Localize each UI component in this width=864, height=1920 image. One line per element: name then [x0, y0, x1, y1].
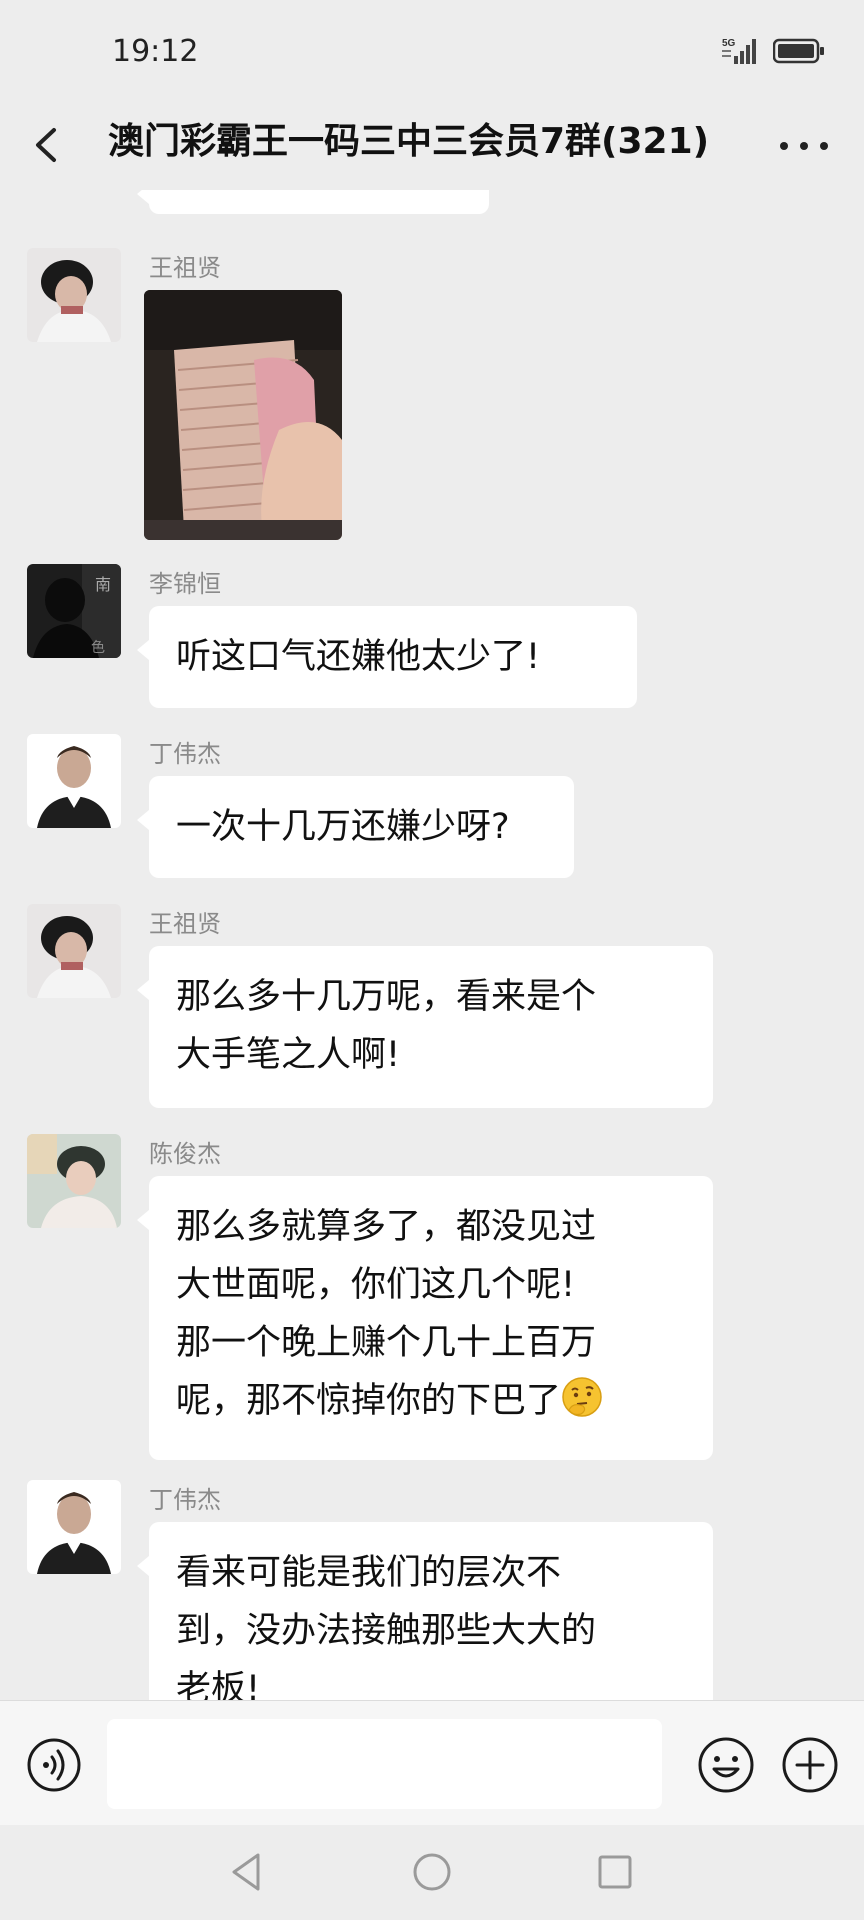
message-text-with-emoji: 呢，那不惊掉你的下巴了 [176, 1372, 686, 1430]
more-dot-icon [800, 142, 808, 150]
sender-name: 王祖贤 [149, 254, 221, 282]
back-button[interactable] [24, 110, 84, 180]
message-list[interactable]: 王祖贤 南 色 李锦恒 听这口气还嫌他太少了! 丁伟杰 一次十几万还嫌少呀? 王… [0, 190, 864, 1700]
avatar[interactable]: 南 色 [27, 564, 121, 658]
image-message-photo [144, 290, 342, 540]
circle-home-icon [413, 1853, 451, 1891]
avatar-image [27, 904, 121, 998]
more-dot-icon [780, 142, 788, 150]
message-text: 到，没办法接触那些大大的 [176, 1611, 597, 1651]
image-message[interactable] [144, 290, 342, 540]
avatar[interactable] [27, 734, 121, 828]
avatar-image [27, 734, 121, 828]
message-text: 那么多就算多了，都没见过 [176, 1207, 597, 1247]
message-text: 大世面呢，你们这几个呢! [176, 1265, 576, 1305]
avatar-image: 南 色 [27, 564, 121, 658]
system-nav-bar [0, 1825, 864, 1920]
message-bubble[interactable]: 一次十几万还嫌少呀? [137, 776, 574, 878]
smiley-icon [698, 1737, 754, 1793]
chat-input-bar [0, 1700, 864, 1826]
status-bar: 19:12 5G [0, 0, 864, 100]
message-bubble[interactable]: 那么多十几万呢，看来是个 大手笔之人啊! [137, 946, 713, 1108]
more-options-button[interactable] [770, 118, 840, 168]
sender-name: 丁伟杰 [149, 740, 221, 768]
battery-icon [773, 38, 824, 64]
cellular-signal-icon: 5G [722, 38, 756, 64]
message-text: 呢，那不惊掉你的下巴了 [176, 1381, 562, 1421]
sender-name: 陈俊杰 [149, 1140, 221, 1168]
avatar[interactable] [27, 1134, 121, 1228]
message-input[interactable] [107, 1719, 662, 1809]
message-bubble-partial[interactable] [137, 190, 489, 214]
chat-header: 澳门彩霸王一码三中三会员7群(321) [0, 100, 864, 190]
avatar-image [27, 248, 121, 342]
nav-back-button[interactable] [222, 1847, 272, 1897]
voice-icon [27, 1738, 81, 1792]
voice-input-button[interactable] [26, 1737, 82, 1793]
message-text: 听这口气还嫌他太少了! [176, 637, 541, 677]
triangle-back-icon [232, 1853, 260, 1891]
avatar-image [27, 1480, 121, 1574]
message-text: 一次十几万还嫌少呀? [176, 807, 510, 847]
plus-icon [782, 1737, 838, 1793]
message-bubble[interactable]: 听这口气还嫌他太少了! [137, 606, 637, 708]
thinking-face-emoji-icon [562, 1377, 602, 1417]
avatar[interactable] [27, 1480, 121, 1574]
avatar-image [27, 1134, 121, 1228]
sender-name: 李锦恒 [149, 570, 221, 598]
nav-recents-button[interactable] [590, 1847, 640, 1897]
more-dot-icon [820, 142, 828, 150]
message-text: 大手笔之人啊! [176, 1035, 401, 1075]
emoji-button[interactable] [696, 1735, 756, 1795]
nav-home-button[interactable] [407, 1847, 457, 1897]
message-text: 看来可能是我们的层次不 [176, 1553, 562, 1593]
chevron-left-icon [36, 128, 56, 162]
chat-title: 澳门彩霸王一码三中三会员7群(321) [108, 121, 710, 162]
avatar[interactable] [27, 904, 121, 998]
network-type-label: 5G [722, 38, 736, 49]
status-time: 19:12 [112, 34, 199, 69]
message-text: 那么多十几万呢，看来是个 [176, 977, 597, 1017]
svg-text:色: 色 [91, 639, 105, 656]
message-text: 那一个晚上赚个几十上百万 [176, 1323, 597, 1363]
sender-name: 丁伟杰 [149, 1486, 221, 1514]
avatar[interactable] [27, 248, 121, 342]
message-bubble[interactable]: 看来可能是我们的层次不 到，没办法接触那些大大的 老板! [137, 1522, 713, 1700]
sender-name: 王祖贤 [149, 910, 221, 938]
message-text: 老板! [176, 1669, 261, 1700]
svg-text:南: 南 [95, 575, 111, 594]
more-functions-button[interactable] [780, 1735, 840, 1795]
message-bubble[interactable]: 那么多就算多了，都没见过 大世面呢，你们这几个呢! 那一个晚上赚个几十上百万 呢… [137, 1176, 713, 1460]
square-recents-icon [598, 1855, 632, 1889]
